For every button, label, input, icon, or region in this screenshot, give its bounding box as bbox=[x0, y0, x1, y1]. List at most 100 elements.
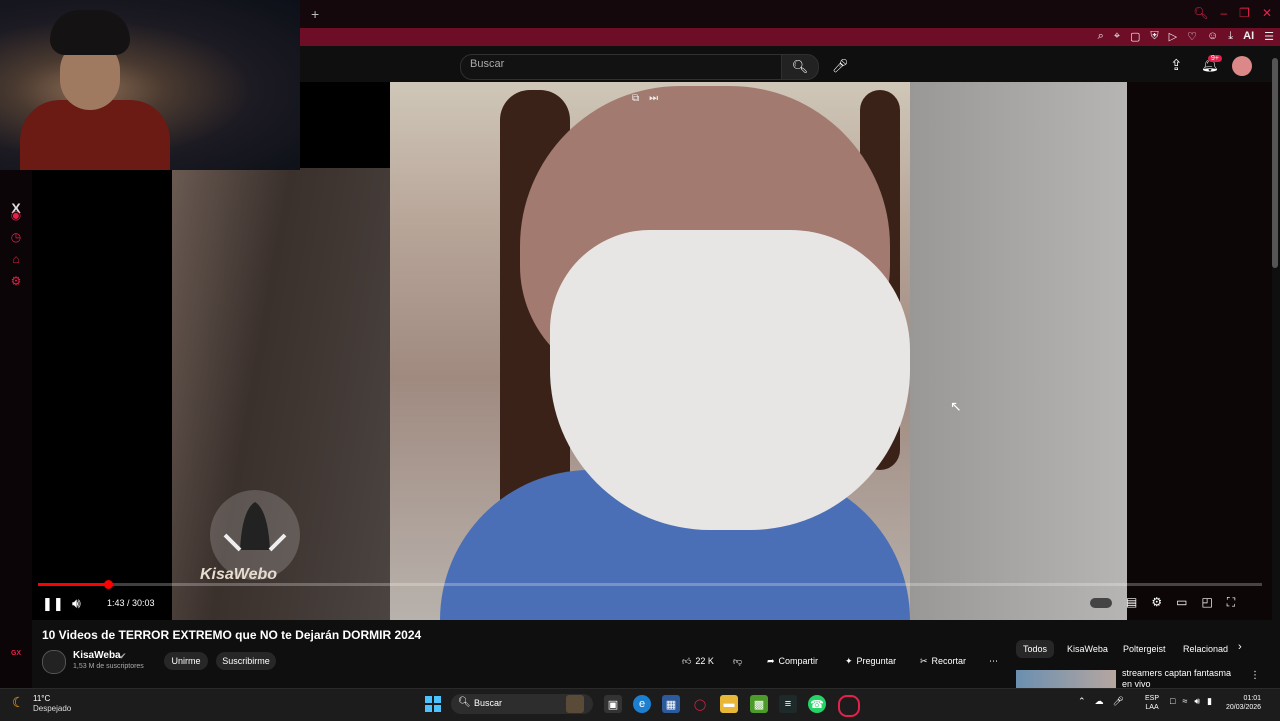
ai-button[interactable]: AI bbox=[1243, 30, 1254, 43]
microphone-icon[interactable]: 🎤︎ bbox=[832, 58, 849, 74]
windows-start-icon[interactable] bbox=[425, 696, 441, 712]
chevron-right-icon[interactable]: › bbox=[1238, 641, 1242, 653]
channel-avatar[interactable] bbox=[42, 650, 66, 674]
snapshot-icon[interactable]: ▢ bbox=[1130, 30, 1140, 43]
subscribe-button[interactable]: Suscribirme bbox=[216, 652, 276, 670]
player-controls-right: ▤ ⚙ ▭ ◰ ⛶ bbox=[1090, 595, 1235, 610]
share-icon: ➦ bbox=[767, 655, 775, 666]
layout-code: LAA bbox=[1145, 704, 1159, 711]
share-label: Compartir bbox=[778, 656, 819, 666]
upload-icon[interactable]: ⇪ bbox=[1170, 56, 1183, 74]
display-icon[interactable]: □ bbox=[1170, 696, 1175, 707]
new-tab-button[interactable]: + bbox=[311, 6, 319, 22]
temperature: 11°C bbox=[33, 694, 51, 703]
verified-icon: ✔ bbox=[119, 651, 127, 661]
settings-icon[interactable]: ⚙ bbox=[9, 274, 23, 288]
search-input[interactable] bbox=[460, 54, 782, 80]
language-code: ESP bbox=[1145, 695, 1160, 702]
microphone-icon[interactable]: 🎤︎ bbox=[1113, 696, 1124, 707]
file-explorer-icon[interactable]: ▬ bbox=[720, 695, 738, 713]
profile-icon[interactable]: ☺ bbox=[1207, 30, 1218, 43]
cast-icon[interactable]: ◰ bbox=[1201, 595, 1212, 610]
like-button[interactable]: 👍︎ 22 K bbox=[682, 652, 714, 670]
clip-button[interactable]: ✂ Recortar bbox=[920, 652, 966, 670]
progress-scrubber[interactable] bbox=[104, 580, 113, 589]
webcam-hair bbox=[50, 10, 130, 55]
wifi-icon[interactable]: ≈ bbox=[1182, 696, 1187, 707]
more-vert-icon[interactable]: ⋮ bbox=[1250, 670, 1260, 681]
search-placeholder: Buscar bbox=[470, 58, 505, 70]
zoom-icon[interactable]: ⌕ bbox=[1098, 30, 1104, 43]
subtitles-icon[interactable]: ▤ bbox=[1126, 595, 1137, 610]
shield-icon[interactable]: ⛨ bbox=[1150, 30, 1158, 43]
heart-icon[interactable]: ♡ bbox=[1187, 30, 1197, 43]
play-circle-icon[interactable]: ◉ bbox=[9, 208, 23, 222]
clip-label: Recortar bbox=[931, 656, 967, 666]
search-tabs-icon[interactable]: 🔍︎ bbox=[1193, 6, 1208, 20]
edge-icon[interactable]: e bbox=[633, 695, 651, 713]
chevron-up-icon[interactable]: ⌃ bbox=[1078, 696, 1086, 707]
ai-label: AI bbox=[1243, 30, 1255, 42]
channel-name[interactable]: KisaWeba bbox=[73, 650, 121, 661]
picture-in-picture-icon[interactable]: ⧉ bbox=[632, 93, 639, 104]
chip-poltergeist[interactable]: Poltergeist bbox=[1116, 640, 1173, 658]
pause-icon[interactable]: ❚❚ bbox=[42, 596, 64, 612]
progress-fill bbox=[38, 583, 108, 586]
menu-icon[interactable]: ☰ bbox=[1264, 30, 1274, 43]
share-button[interactable]: ➦ Compartir bbox=[767, 652, 818, 670]
more-actions-icon[interactable]: ⋯ bbox=[989, 652, 998, 670]
opera-icon[interactable] bbox=[838, 695, 860, 717]
join-button[interactable]: Unirme bbox=[164, 652, 208, 670]
terminal-icon[interactable]: ≡ bbox=[779, 695, 797, 713]
subscriber-count: 1,53 M de suscriptores bbox=[73, 663, 144, 670]
volume-icon[interactable]: 🔊︎ bbox=[72, 595, 81, 612]
cloud-icon[interactable]: ☁ bbox=[1095, 696, 1104, 707]
user-avatar[interactable] bbox=[1232, 56, 1252, 76]
window-controls: 🔍︎ ‒ ❐ ✕ bbox=[1193, 6, 1272, 20]
address-bar-icons: ⌕ ⌖ ▢ ⛨ ▷ ♡ ☺ ⤓ AI ☰ bbox=[1098, 30, 1274, 43]
weather-icon[interactable]: ☾ bbox=[12, 694, 25, 711]
recommendation-thumbnail[interactable] bbox=[1016, 670, 1116, 690]
fullscreen-icon[interactable]: ⛶ bbox=[1227, 595, 1235, 610]
clock-icon[interactable]: ◷ bbox=[9, 230, 23, 244]
video-mask bbox=[550, 230, 910, 530]
dislike-button[interactable]: 👎︎ bbox=[733, 652, 742, 670]
store-icon[interactable]: ▦ bbox=[662, 695, 680, 713]
clock-time: 01:01 bbox=[1243, 695, 1262, 702]
search-button[interactable]: 🔍︎ bbox=[781, 54, 819, 80]
battery-icon[interactable]: ▮ bbox=[1207, 696, 1212, 707]
clock-date: 20/03/2026 bbox=[1226, 704, 1262, 711]
recommendation-title[interactable]: streamers captan fantasma en vivo bbox=[1122, 668, 1242, 688]
autoplay-toggle[interactable] bbox=[1090, 598, 1112, 608]
search-highlight-icon bbox=[566, 695, 584, 713]
restore-icon[interactable]: ❐ bbox=[1239, 6, 1250, 20]
opera-gx-icon[interactable]: ◯ bbox=[691, 695, 709, 713]
clock[interactable]: 01:01 20/03/2026 bbox=[1226, 694, 1261, 712]
webcam-shirt bbox=[20, 100, 170, 170]
download-icon[interactable]: ⤓ bbox=[1228, 30, 1233, 43]
progress-bar[interactable] bbox=[38, 583, 1262, 586]
chip-relacionados[interactable]: Relacionad bbox=[1176, 640, 1235, 658]
notification-badge: 9+ bbox=[1208, 55, 1222, 62]
language-indicator[interactable]: ESP LAA bbox=[1145, 694, 1159, 712]
settings-icon[interactable]: ⚙ bbox=[1151, 595, 1162, 610]
skip-icon[interactable]: ⏭ bbox=[649, 93, 658, 104]
pin-icon[interactable]: ⌖ bbox=[1114, 30, 1120, 43]
task-view-icon[interactable]: ▣ bbox=[604, 695, 622, 713]
whatsapp-icon[interactable]: ☎ bbox=[808, 695, 826, 713]
play-icon[interactable]: ▷ bbox=[1169, 30, 1177, 43]
speaker-icon[interactable]: 🔊︎ bbox=[1194, 696, 1200, 707]
theater-mode-icon[interactable]: ▭ bbox=[1176, 595, 1187, 610]
minecraft-icon[interactable]: ▩ bbox=[750, 695, 768, 713]
system-tray: ⌃ ☁ 🎤︎ bbox=[1078, 696, 1124, 707]
chip-todos[interactable]: Todos bbox=[1016, 640, 1055, 658]
close-icon[interactable]: ✕ bbox=[1262, 6, 1272, 20]
video-margin bbox=[1127, 82, 1272, 620]
ask-button[interactable]: ✦ Preguntar bbox=[845, 652, 896, 670]
minimize-icon[interactable]: ‒ bbox=[1220, 6, 1227, 20]
scrollbar[interactable] bbox=[1272, 58, 1278, 268]
sparkle-icon: ✦ bbox=[845, 655, 853, 666]
time-display: 1:43 / 30:03 bbox=[107, 598, 155, 608]
tag-icon[interactable]: ⌂ bbox=[9, 252, 23, 266]
chip-kisaweba[interactable]: KisaWeba bbox=[1060, 640, 1115, 658]
